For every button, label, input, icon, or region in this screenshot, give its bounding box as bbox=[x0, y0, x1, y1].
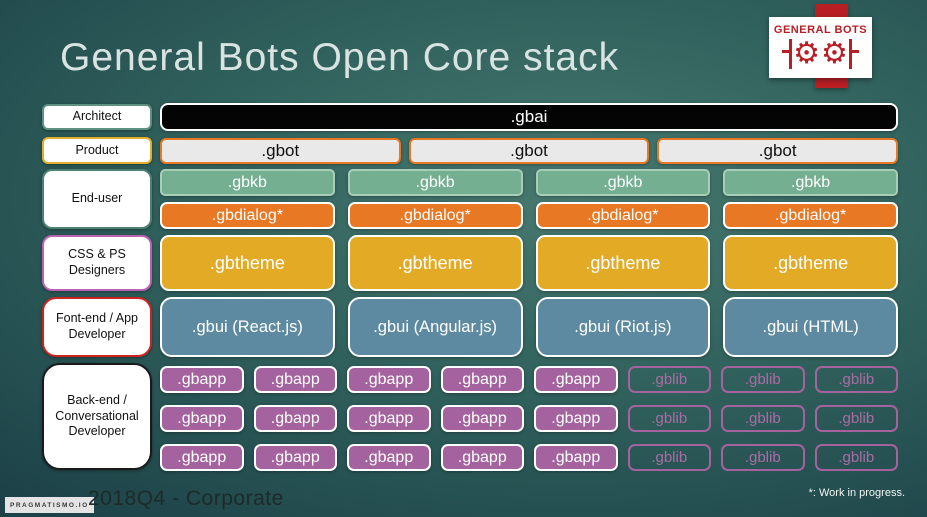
stack-box-gbapp: .gbapp bbox=[347, 405, 431, 432]
stack-box-gbapp: .gbapp bbox=[160, 366, 244, 393]
row-gbdialog: .gbdialog* .gbdialog* .gbdialog* .gbdial… bbox=[160, 202, 898, 229]
stack-box-gbui-html: .gbui (HTML) bbox=[723, 297, 898, 357]
gears-icon: ⚙ ⚙ bbox=[782, 37, 859, 71]
row-gbapp-1: .gbapp .gbapp .gbapp .gbapp .gbapp .gbli… bbox=[160, 366, 898, 393]
stack-box-gbtheme: .gbtheme bbox=[347, 235, 523, 291]
stack-box-gbkb: .gbkb bbox=[723, 169, 898, 196]
stack-box-gbapp: .gbapp bbox=[347, 444, 431, 471]
stack-box-gbdialog: .gbdialog* bbox=[723, 202, 898, 229]
brand-name: GENERAL BOTS bbox=[773, 24, 868, 36]
stack-box-gblib: .gblib bbox=[814, 444, 898, 471]
stack-box-gblib: .gblib bbox=[721, 366, 805, 393]
slide: General Bots Open Core stack GENERAL BOT… bbox=[0, 0, 927, 517]
stack-box-gblib: .gblib bbox=[721, 444, 805, 471]
stack-box-gbdialog: .gbdialog* bbox=[347, 202, 523, 229]
row-gbtheme: .gbtheme .gbtheme .gbtheme .gbtheme bbox=[160, 235, 898, 291]
stack-box-gbapp: .gbapp bbox=[160, 405, 244, 432]
stack-box-gbapp: .gbapp bbox=[160, 444, 244, 471]
stack-box-gblib: .gblib bbox=[627, 444, 711, 471]
role-label-end-user: End-user bbox=[42, 169, 152, 229]
stack-box-gbkb: .gbkb bbox=[535, 169, 711, 196]
stack-box-gblib: .gblib bbox=[627, 366, 711, 393]
stack-box-gbapp: .gbapp bbox=[534, 405, 618, 432]
stack-box-gbapp: .gbapp bbox=[253, 366, 337, 393]
stack-box-gbdialog: .gbdialog* bbox=[160, 202, 335, 229]
pragmatismo-badge: PRAGMATISMO.IO bbox=[5, 497, 94, 513]
stack-box-gbkb: .gbkb bbox=[347, 169, 523, 196]
brand-logo: GENERAL BOTS ⚙ ⚙ bbox=[769, 17, 872, 78]
stack-box-gbot: .gbot bbox=[160, 138, 401, 164]
stack-box-gbapp: .gbapp bbox=[253, 444, 337, 471]
stack-box-gbot: .gbot bbox=[408, 138, 650, 164]
stack-box-gbapp: .gbapp bbox=[440, 405, 524, 432]
stack-box-gbot: .gbot bbox=[657, 138, 899, 164]
stack-box-gbtheme: .gbtheme bbox=[160, 235, 335, 291]
stack-box-gblib: .gblib bbox=[721, 405, 805, 432]
work-in-progress-note: *: Work in progress. bbox=[808, 487, 905, 499]
role-label-css-ps-designers: CSS & PS Designers bbox=[42, 235, 152, 291]
role-label-product: Product bbox=[42, 137, 152, 164]
row-gbai: .gbai bbox=[160, 103, 898, 131]
stack-box-gbtheme: .gbtheme bbox=[723, 235, 898, 291]
stack-box-gbui-react: .gbui (React.js) bbox=[160, 297, 335, 357]
stack-box-gbkb: .gbkb bbox=[160, 169, 335, 196]
gear-icon: ⚙ bbox=[821, 37, 848, 70]
stack-box-gbui-angular: .gbui (Angular.js) bbox=[347, 297, 523, 357]
row-gbkb: .gbkb .gbkb .gbkb .gbkb bbox=[160, 169, 898, 196]
stack-box-gbapp: .gbapp bbox=[534, 444, 618, 471]
stack-box-gbui-riot: .gbui (Riot.js) bbox=[535, 297, 711, 357]
gear-bar-left-icon bbox=[782, 39, 793, 69]
stack-box-gbtheme: .gbtheme bbox=[535, 235, 711, 291]
role-label-architect: Architect bbox=[42, 104, 152, 130]
stack-box-gblib: .gblib bbox=[627, 405, 711, 432]
role-label-front-end-app-developer: Font-end / App Developer bbox=[42, 297, 152, 357]
stack-box-gbai: .gbai bbox=[160, 103, 898, 131]
gear-bar-right-icon bbox=[848, 39, 859, 69]
gear-icon: ⚙ bbox=[793, 37, 820, 70]
footer-version-label: 2018Q4 - Corporate bbox=[88, 487, 284, 510]
stack-box-gbdialog: .gbdialog* bbox=[535, 202, 711, 229]
stack-box-gblib: .gblib bbox=[814, 405, 898, 432]
row-gbapp-2: .gbapp .gbapp .gbapp .gbapp .gbapp .gbli… bbox=[160, 405, 898, 432]
stack-box-gblib: .gblib bbox=[814, 366, 898, 393]
stack-box-gbapp: .gbapp bbox=[440, 444, 524, 471]
stack-box-gbapp: .gbapp bbox=[534, 366, 618, 393]
row-gbapp-3: .gbapp .gbapp .gbapp .gbapp .gbapp .gbli… bbox=[160, 444, 898, 471]
row-gbui: .gbui (React.js) .gbui (Angular.js) .gbu… bbox=[160, 297, 898, 357]
stack-box-gbapp: .gbapp bbox=[347, 366, 431, 393]
role-label-back-end-conversational-developer: Back-end / Conversational Developer bbox=[42, 363, 152, 470]
stack-box-gbapp: .gbapp bbox=[253, 405, 337, 432]
stack-box-gbapp: .gbapp bbox=[440, 366, 524, 393]
page-title: General Bots Open Core stack bbox=[60, 36, 620, 79]
row-gbot: .gbot .gbot .gbot bbox=[160, 138, 899, 164]
